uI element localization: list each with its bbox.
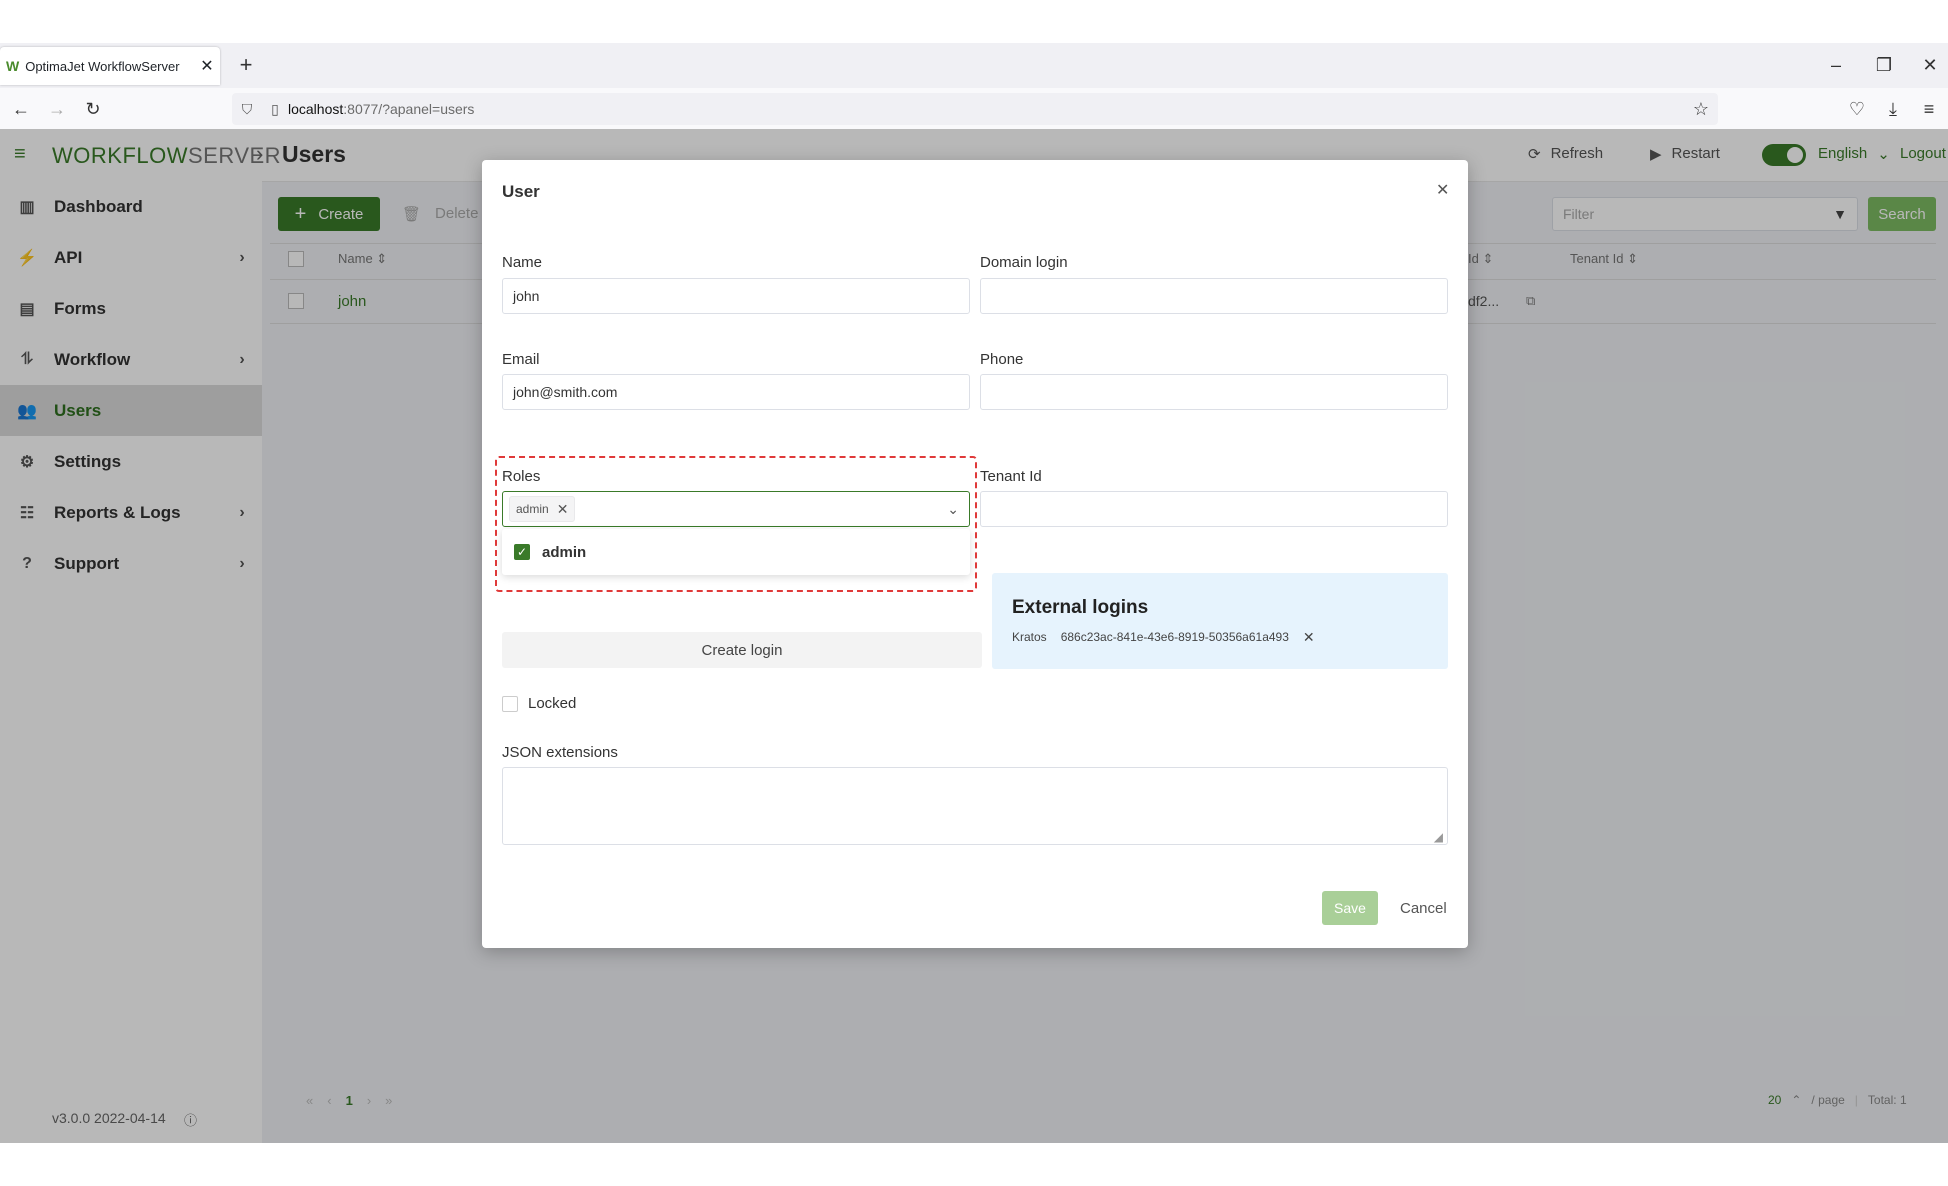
role-tag: admin ✕ [509, 496, 576, 522]
pocket-icon[interactable]: ♡ [1844, 96, 1870, 122]
external-login-id: 686c23ac-841e-43e6-8919-50356a61a493 [1060, 630, 1289, 644]
email-label: Email [502, 351, 540, 368]
restore-icon[interactable]: ❐ [1864, 50, 1904, 80]
roles-dropdown: ✓ admin [502, 529, 970, 575]
phone-label: Phone [980, 351, 1024, 368]
json-extensions-label: JSON extensions [502, 744, 618, 761]
forward-icon[interactable]: → [44, 96, 70, 122]
external-logins-panel: External logins Kratos 686c23ac-841e-43e… [992, 573, 1448, 669]
url-path: :8077/?apanel=users [343, 101, 475, 117]
remove-tag-icon[interactable]: ✕ [557, 501, 569, 518]
downloads-icon[interactable]: ⤓ [1880, 96, 1906, 122]
browser-tab[interactable]: W OptimaJet WorkflowServer ✕ [0, 47, 220, 85]
url-bar[interactable]: ⛉ ▯ localhost:8077/?apanel=users [232, 93, 1718, 125]
locked-checkbox[interactable] [502, 696, 518, 712]
roles-label: Roles [502, 468, 541, 485]
browser-menu-icon[interactable]: ≡ [1916, 96, 1942, 122]
new-tab-icon[interactable]: + [232, 50, 260, 80]
name-field[interactable]: john [502, 278, 970, 314]
user-modal: User ✕ Name john Domain login Email john… [482, 160, 1468, 948]
create-login-button[interactable]: Create login [502, 632, 982, 668]
back-icon[interactable]: ← [8, 96, 34, 122]
json-extensions-textarea[interactable]: ◢ [502, 767, 1448, 845]
close-icon[interactable]: ✕ [1436, 180, 1449, 200]
role-tag-label: admin [516, 502, 549, 516]
cancel-button[interactable]: Cancel [1400, 900, 1447, 917]
email-field[interactable]: john@smith.com [502, 374, 970, 410]
name-label: Name [502, 254, 543, 271]
checkbox-checked-icon[interactable]: ✓ [514, 544, 530, 560]
browser-tab-bar [0, 43, 1948, 88]
browser-tab-title: OptimaJet WorkflowServer [25, 58, 180, 74]
close-tab-icon[interactable]: ✕ [194, 56, 220, 76]
domain-login-field[interactable] [980, 278, 1448, 314]
domain-login-label: Domain login [980, 254, 1068, 271]
chevron-down-icon: ⌄ [947, 500, 959, 517]
close-window-icon[interactable]: ✕ [1910, 50, 1948, 80]
favicon-icon: W [6, 58, 20, 74]
external-login-tag: Kratos 686c23ac-841e-43e6-8919-50356a61a… [1012, 625, 1315, 649]
minimize-icon[interactable]: – [1816, 50, 1856, 80]
external-provider: Kratos [1012, 630, 1047, 644]
remove-login-icon[interactable]: ✕ [1303, 629, 1315, 646]
reload-icon[interactable]: ↻ [80, 96, 106, 122]
page-icon: ▯ [271, 100, 279, 117]
bookmark-star-icon[interactable]: ☆ [1688, 96, 1714, 122]
external-logins-title: External logins [1012, 597, 1149, 618]
resize-handle-icon[interactable]: ◢ [1434, 830, 1443, 844]
phone-field[interactable] [980, 374, 1448, 410]
roles-select[interactable]: admin ✕ ⌄ [502, 491, 970, 527]
save-button[interactable]: Save [1322, 891, 1378, 925]
url-host: localhost [288, 101, 344, 117]
tenant-label: Tenant Id [980, 468, 1042, 485]
tenant-field[interactable] [980, 491, 1448, 527]
role-option-admin[interactable]: admin [542, 544, 586, 561]
modal-title: User [502, 182, 540, 201]
locked-label: Locked [528, 695, 577, 712]
shield-icon: ⛉ [241, 100, 253, 117]
